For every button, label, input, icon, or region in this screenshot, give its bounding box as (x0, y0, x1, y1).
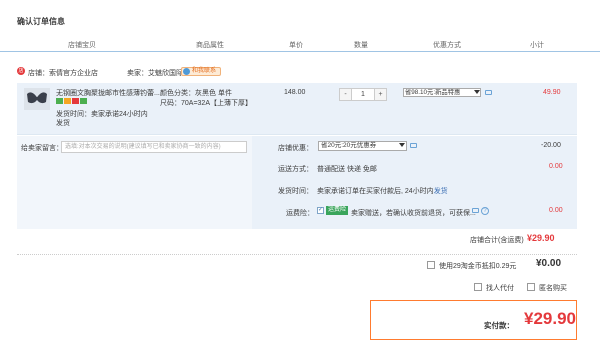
coupon-select[interactable]: 省20元:20元优惠券 (318, 141, 407, 151)
coupon-info-icon[interactable] (410, 143, 417, 148)
chat-icon (183, 68, 190, 75)
seller-label: 卖家： (127, 70, 148, 77)
insurance-checkbox[interactable]: ✓ (317, 207, 324, 214)
payment-label: 实付款： (484, 321, 514, 330)
delivery-row: 卖家承诺订单在买家付款后, 24小时内发货 (317, 186, 448, 196)
item-ship-time: 发货时间：卖家承诺24小时内发货 (56, 111, 148, 127)
jifen-checkbox[interactable] (427, 261, 435, 269)
promo-value: 省98.10元:新品特惠 (405, 89, 461, 96)
qty-plus-button[interactable]: + (374, 89, 386, 100)
page-title: 确认订单信息 (17, 17, 65, 26)
item-price: 148.00 (284, 89, 306, 96)
quantity-stepper: - 1 + (339, 88, 387, 101)
shop-label: 店铺： (28, 70, 49, 77)
product-thumbnail[interactable] (24, 88, 50, 110)
header-col-item: 店铺宝贝 (68, 42, 96, 49)
insurance-badge: 运费险 (326, 206, 348, 215)
header-col-promo: 优惠方式 (433, 42, 461, 49)
insurance-info-icon[interactable] (472, 208, 479, 213)
proxy-pay-label: 找人代付 (486, 285, 514, 292)
proxy-pay-checkbox[interactable] (474, 283, 482, 291)
item-color: 颜色分类：灰黑色 单件 (160, 90, 232, 97)
item-size: 尺码：70A=32A【上薄下厚】 (160, 100, 252, 107)
header-col-qty: 数量 (354, 42, 368, 49)
coupon-chevron-down-icon (399, 143, 405, 147)
tag-green-icon (56, 98, 63, 104)
bra-image-icon (27, 92, 47, 104)
shop-name-link[interactable]: 索倩官方企业店 (49, 70, 98, 77)
jifen-value: ¥0.00 (536, 258, 562, 269)
divider (17, 254, 577, 255)
contact-seller-label: 和我联系 (192, 68, 217, 74)
delivery-link[interactable]: 发货 (434, 188, 448, 195)
shipping-label: 运送方式： (278, 166, 313, 173)
promo-info-icon[interactable] (485, 90, 492, 95)
column-header: 店铺宝贝 商品属性 单价 数量 优惠方式 小计 (0, 40, 600, 52)
shop-total-label: 店铺合计(含运费) (470, 237, 524, 244)
coupon-value: 省20元:20元优惠券 (321, 142, 377, 149)
payment-amount: ¥29.90 (524, 309, 576, 328)
jifen-label: 使用29淘金币抵扣0.29元 (439, 263, 517, 270)
delivery-label: 发货时间： (278, 188, 313, 195)
header-col-attr: 商品属性 (196, 42, 224, 49)
contact-seller-button[interactable]: 和我联系 (181, 67, 221, 76)
seller-link[interactable]: 艾魅欣国际 (148, 70, 183, 77)
header-col-subtotal: 小计 (530, 42, 544, 49)
coupon-label: 店铺优惠： (278, 145, 313, 152)
anonymous-label: 匿名购买 (539, 285, 567, 292)
insurance-value: 卖家赠送，若确认收货前退货，可获保... (351, 210, 476, 217)
shop-badge-icon: 店 (17, 67, 25, 75)
insurance-label: 运费险： (286, 210, 314, 217)
delivery-value: 卖家承诺订单在买家付款后, 24小时内 (317, 188, 434, 195)
qty-input[interactable]: 1 (352, 89, 374, 100)
shop-label-row: 店铺：索倩官方企业店 (28, 68, 98, 78)
message-label: 给卖家留言： (21, 145, 63, 152)
shipping-value: 普通配送 快递 免邮 (317, 166, 377, 173)
tag-green2-icon (80, 98, 87, 104)
service-tags (56, 98, 88, 106)
header-col-price: 单价 (289, 42, 303, 49)
shop-total-value: ¥29.90 (527, 233, 555, 243)
seller-message-input[interactable]: 选填:对本次交易的说明(建议填写已和卖家协商一致的内容) (61, 141, 247, 153)
anonymous-checkbox[interactable] (527, 283, 535, 291)
tag-orange-icon (64, 98, 71, 104)
coupon-amount: -20.00 (541, 142, 561, 149)
chevron-down-icon (474, 90, 480, 94)
shipping-amount: 0.00 (549, 163, 563, 170)
promo-select[interactable]: 省98.10元:新品特惠 (403, 88, 481, 97)
item-subtotal: 49.90 (543, 89, 561, 96)
help-icon[interactable]: ? (481, 207, 489, 215)
insurance-amount: 0.00 (549, 207, 563, 214)
item-title-link[interactable]: 无钢圈文胸聚拢邮市性感薄钓蕾... (56, 88, 166, 98)
qty-minus-button[interactable]: - (340, 89, 352, 100)
tag-red-icon (72, 98, 79, 104)
seller-row: 卖家：艾魅欣国际 (127, 68, 183, 78)
